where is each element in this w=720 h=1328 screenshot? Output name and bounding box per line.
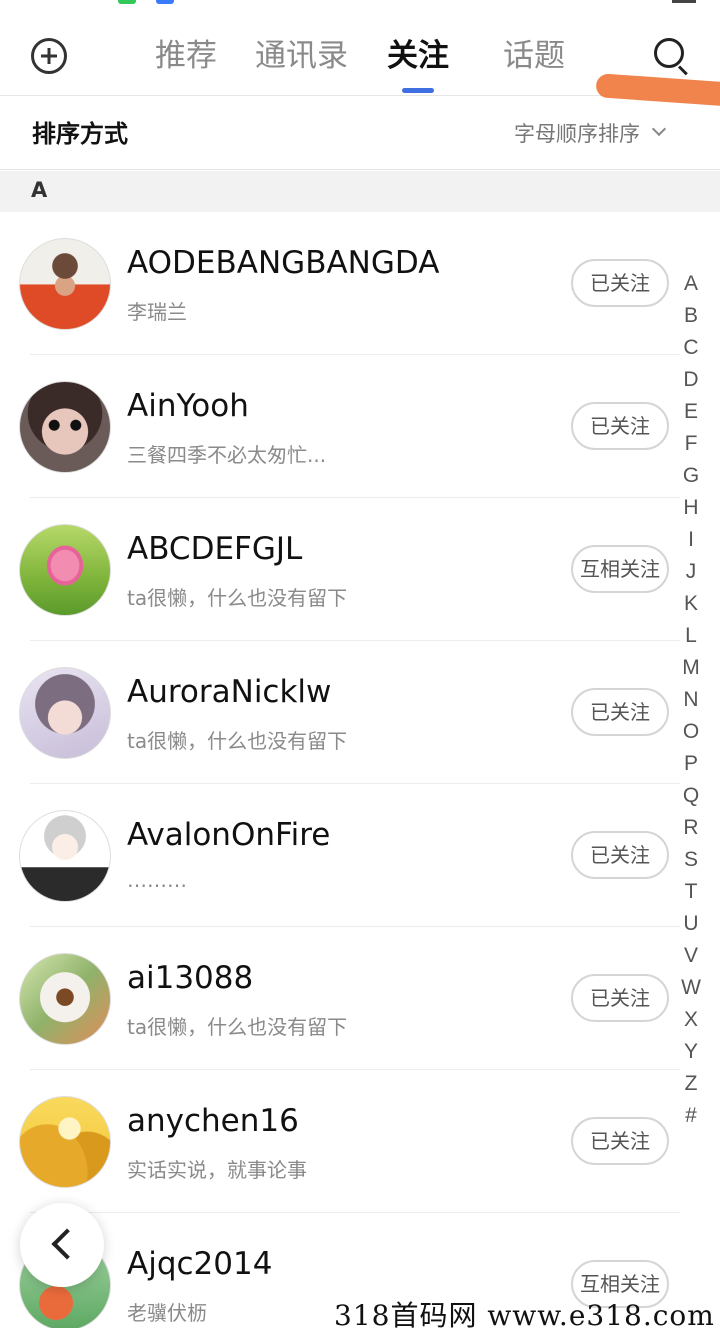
tab-following[interactable]: 关注 <box>387 36 449 76</box>
follow-button[interactable]: 已关注 <box>571 688 669 736</box>
list-item[interactable]: AODEBANGBANGDA 李瑞兰 已关注 <box>0 212 720 355</box>
follow-button[interactable]: 已关注 <box>571 831 669 879</box>
sort-row[interactable]: 排序方式 字母顺序排序 <box>0 96 720 170</box>
index-letter[interactable]: B <box>676 300 706 332</box>
list-item[interactable]: anychen16 实话实说，就事论事 已关注 <box>0 1070 720 1213</box>
index-letter[interactable]: F <box>676 428 706 460</box>
sort-title: 排序方式 <box>32 120 128 148</box>
list-item[interactable]: ai13088 ta很懒，什么也没有留下 已关注 <box>0 927 720 1070</box>
index-letter[interactable]: H <box>676 492 706 524</box>
back-button[interactable] <box>20 1203 104 1287</box>
avatar[interactable] <box>19 953 111 1045</box>
avatar[interactable] <box>19 524 111 616</box>
contact-subtitle: ta很懒，什么也没有留下 <box>127 1015 348 1039</box>
follow-button[interactable]: 已关注 <box>571 402 669 450</box>
watermark-text: 318首码网 www.e318.com <box>334 1299 715 1328</box>
sort-value[interactable]: 字母顺序排序 <box>514 118 640 148</box>
contact-name: AvalonOnFire <box>127 817 331 853</box>
contact-name: AinYooh <box>127 388 249 424</box>
alphabet-index-bar[interactable]: A B C D E F G H I J K L M N O P Q R S T U V W X Y Z # <box>676 268 706 1132</box>
index-letter[interactable]: R <box>676 812 706 844</box>
index-letter[interactable]: Z <box>676 1068 706 1100</box>
follow-button[interactable]: 互相关注 <box>571 545 669 593</box>
index-letter[interactable]: L <box>676 620 706 652</box>
follow-button[interactable]: 已关注 <box>571 1117 669 1165</box>
index-letter[interactable]: K <box>676 588 706 620</box>
index-letter[interactable]: J <box>676 556 706 588</box>
avatar[interactable] <box>19 667 111 759</box>
index-letter[interactable]: V <box>676 940 706 972</box>
index-letter[interactable]: N <box>676 684 706 716</box>
add-plus-icon[interactable] <box>31 38 67 74</box>
index-letter[interactable]: T <box>676 876 706 908</box>
index-letter[interactable]: A <box>676 268 706 300</box>
index-letter[interactable]: X <box>676 1004 706 1036</box>
tab-recommend[interactable]: 推荐 <box>155 36 217 76</box>
contact-name: Ajqc2014 <box>127 1246 273 1282</box>
index-letter[interactable]: Y <box>676 1036 706 1068</box>
section-letter: A <box>31 178 48 202</box>
index-letter[interactable]: W <box>676 972 706 1004</box>
index-letter[interactable]: P <box>676 748 706 780</box>
contact-subtitle: ta很懒，什么也没有留下 <box>127 586 348 610</box>
contact-subtitle: 老骥伏枥 <box>127 1301 207 1325</box>
index-letter[interactable]: C <box>676 332 706 364</box>
tab-contacts[interactable]: 通讯录 <box>255 36 348 76</box>
follow-button[interactable]: 已关注 <box>571 259 669 307</box>
avatar[interactable] <box>19 238 111 330</box>
chevron-down-icon[interactable] <box>651 121 667 137</box>
index-letter[interactable]: S <box>676 844 706 876</box>
avatar[interactable] <box>19 1096 111 1188</box>
list-item[interactable]: AvalonOnFire ……… 已关注 <box>0 784 720 927</box>
contact-name: AODEBANGBANGDA <box>127 245 440 281</box>
index-letter[interactable]: E <box>676 396 706 428</box>
section-header: A <box>0 171 720 212</box>
index-letter[interactable]: # <box>676 1100 706 1132</box>
index-letter[interactable]: Q <box>676 780 706 812</box>
list-item[interactable]: AuroraNicklw ta很懒，什么也没有留下 已关注 <box>0 641 720 784</box>
index-letter[interactable]: G <box>676 460 706 492</box>
contact-subtitle: 实话实说，就事论事 <box>127 1158 307 1182</box>
active-tab-indicator <box>402 88 434 93</box>
index-letter[interactable]: D <box>676 364 706 396</box>
contact-subtitle: 三餐四季不必太匆忙... <box>127 443 327 467</box>
index-letter[interactable]: M <box>676 652 706 684</box>
index-letter[interactable]: O <box>676 716 706 748</box>
contact-name: ABCDEFGJL <box>127 531 303 567</box>
index-letter[interactable]: I <box>676 524 706 556</box>
contact-subtitle: ta很懒，什么也没有留下 <box>127 729 348 753</box>
search-icon[interactable] <box>652 36 690 76</box>
tab-topics[interactable]: 话题 <box>503 36 565 76</box>
chevron-left-icon <box>51 1228 83 1260</box>
contact-name: anychen16 <box>127 1103 299 1139</box>
contact-name: AuroraNicklw <box>127 674 332 710</box>
list-item[interactable]: ABCDEFGJL ta很懒，什么也没有留下 互相关注 <box>0 498 720 641</box>
avatar[interactable] <box>19 381 111 473</box>
contact-name: ai13088 <box>127 960 254 996</box>
follow-button[interactable]: 已关注 <box>571 974 669 1022</box>
avatar[interactable] <box>19 810 111 902</box>
contact-subtitle: ……… <box>127 868 187 892</box>
list-item[interactable]: AinYooh 三餐四季不必太匆忙... 已关注 <box>0 355 720 498</box>
index-letter[interactable]: U <box>676 908 706 940</box>
contact-subtitle: 李瑞兰 <box>127 300 187 324</box>
